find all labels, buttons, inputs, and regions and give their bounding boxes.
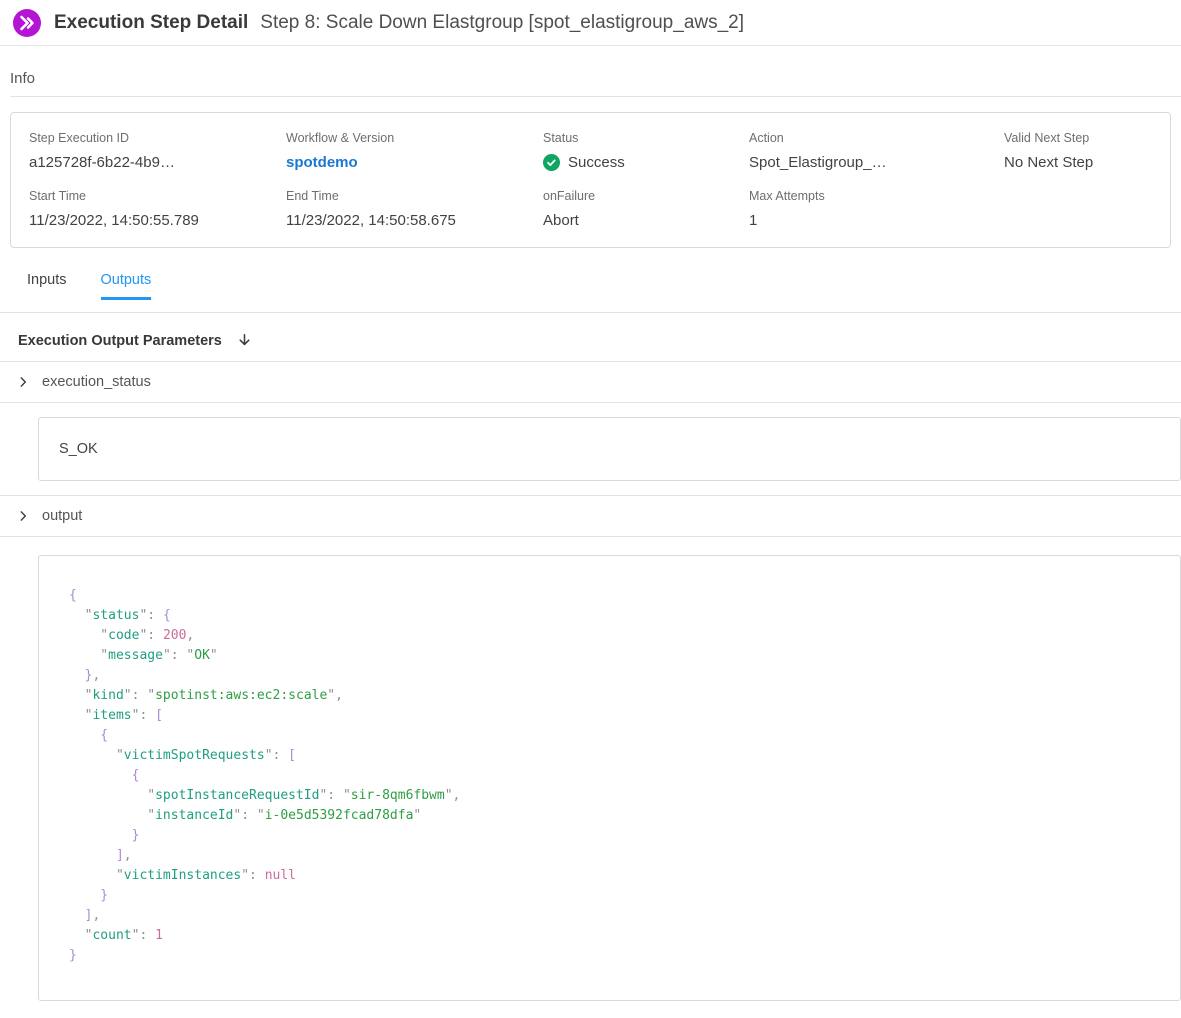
field-start-time: Start Time 11/23/2022, 14:50:55.789: [29, 189, 286, 229]
check-circle-icon: [543, 154, 560, 171]
field-value: 11/23/2022, 14:50:55.789: [29, 212, 286, 229]
field-label: onFailure: [543, 189, 749, 203]
field-step-execution-id: Step Execution ID a125728f-6b22-4b9…: [29, 131, 286, 171]
field-status: Status Success: [543, 131, 749, 171]
field-label: End Time: [286, 189, 543, 203]
field-label: Max Attempts: [749, 189, 1004, 203]
status-text: Success: [568, 154, 625, 171]
field-value: 11/23/2022, 14:50:58.675: [286, 212, 543, 229]
field-label: Action: [749, 131, 1004, 145]
field-value: Abort: [543, 212, 749, 229]
download-arrow-icon[interactable]: [236, 332, 253, 349]
workflow-link[interactable]: spotdemo: [286, 154, 543, 171]
page-subtitle: Step 8: Scale Down Elastgroup [spot_elas…: [260, 12, 744, 34]
output-parameters-header: Execution Output Parameters: [0, 313, 1181, 362]
chevron-right-icon[interactable]: [16, 375, 30, 389]
field-onfailure: onFailure Abort: [543, 189, 749, 229]
tab-outputs[interactable]: Outputs: [101, 262, 152, 300]
execution-status-value-box: S_OK: [38, 417, 1181, 481]
param-name: execution_status: [42, 374, 151, 390]
field-label: Valid Next Step: [1004, 131, 1152, 145]
app-logo-icon: [12, 8, 42, 38]
field-value: 1: [749, 212, 1004, 229]
tabs: Inputs Outputs: [0, 262, 1181, 300]
param-row-execution-status[interactable]: execution_status: [0, 362, 1181, 403]
field-valid-next-step: Valid Next Step No Next Step: [1004, 131, 1152, 171]
info-card: Step Execution ID a125728f-6b22-4b9… Wor…: [10, 112, 1171, 248]
field-label: Status: [543, 131, 749, 145]
tab-inputs[interactable]: Inputs: [27, 262, 67, 300]
output-json-box: { "status": { "code": 200, "message": "O…: [38, 555, 1181, 1001]
param-name: output: [42, 508, 82, 524]
field-max-attempts: Max Attempts 1: [749, 189, 1004, 229]
field-end-time: End Time 11/23/2022, 14:50:58.675: [286, 189, 543, 229]
empty-cell: [1004, 189, 1152, 229]
field-value: Spot_Elastigroup_…: [749, 154, 1004, 171]
field-value: No Next Step: [1004, 154, 1152, 171]
field-label: Start Time: [29, 189, 286, 203]
field-action: Action Spot_Elastigroup_…: [749, 131, 1004, 171]
field-label: Step Execution ID: [29, 131, 286, 145]
status-badge: Success: [543, 154, 749, 171]
info-section-label: Info: [10, 70, 1181, 87]
param-row-output[interactable]: output: [0, 495, 1181, 537]
output-parameters-title: Execution Output Parameters: [18, 333, 222, 349]
output-json-code: { "status": { "code": 200, "message": "O…: [69, 586, 1160, 966]
page-header: Execution Step Detail Step 8: Scale Down…: [0, 0, 1181, 46]
field-workflow-version: Workflow & Version spotdemo: [286, 131, 543, 171]
info-divider: [10, 96, 1181, 97]
field-label: Workflow & Version: [286, 131, 543, 145]
execution-status-value: S_OK: [59, 441, 98, 457]
execution-step-detail-page: Execution Step Detail Step 8: Scale Down…: [0, 0, 1181, 1001]
page-title: Execution Step Detail: [54, 12, 248, 34]
field-value: a125728f-6b22-4b9…: [29, 154, 286, 171]
chevron-right-icon[interactable]: [16, 509, 30, 523]
